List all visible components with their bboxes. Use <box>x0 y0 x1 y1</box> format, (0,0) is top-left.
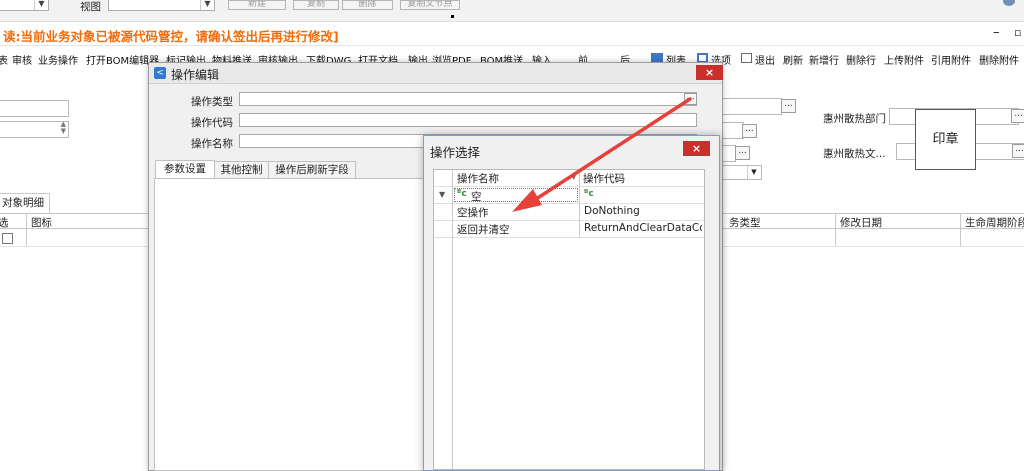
arrow-head <box>512 189 542 212</box>
arrow-shaft <box>528 97 692 205</box>
annotation-arrow <box>512 97 692 212</box>
